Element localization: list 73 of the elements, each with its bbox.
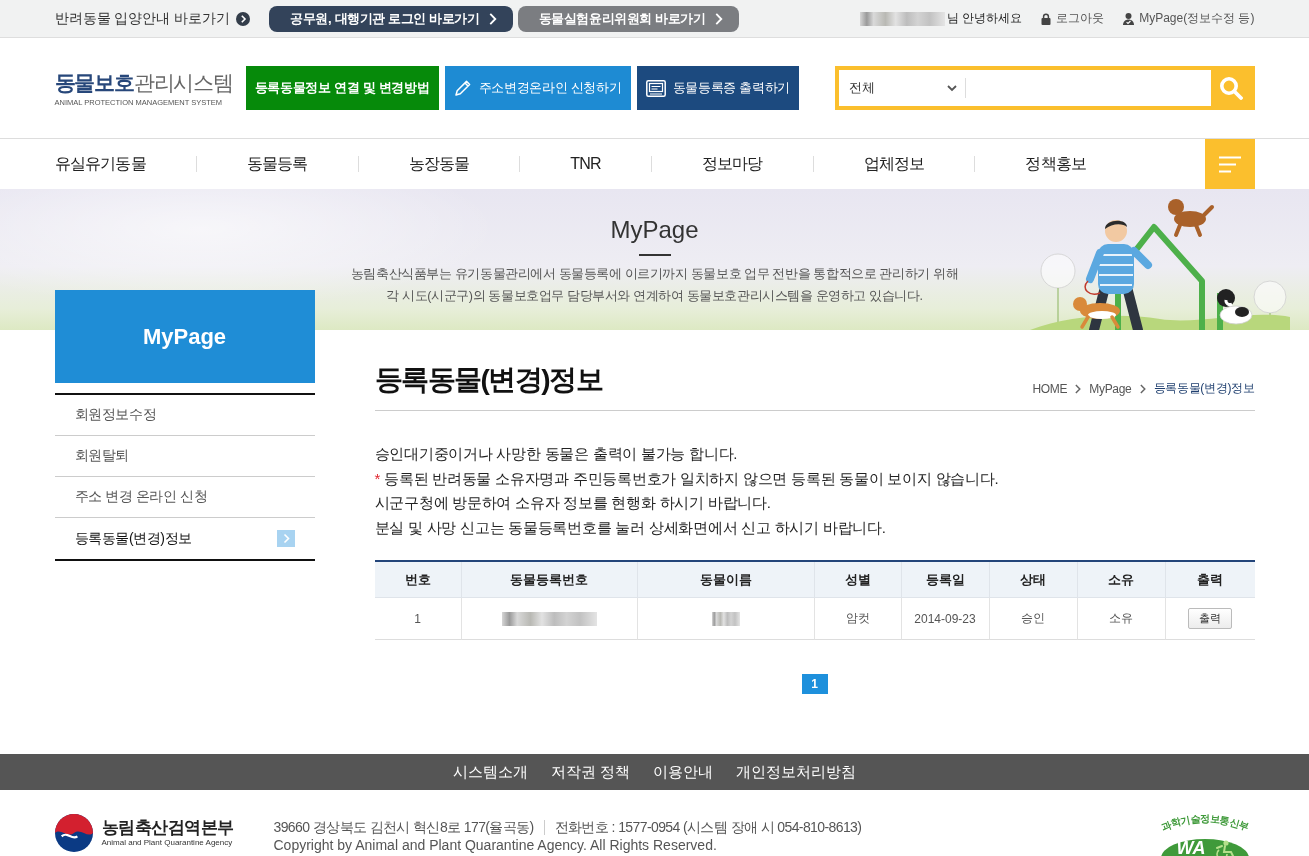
emblem-icon (54, 814, 93, 852)
greeting-text: 님 안녕하세요 (946, 10, 1023, 27)
lock-icon (1041, 12, 1052, 25)
search-icon (1218, 76, 1243, 100)
column-header: 등록일 (901, 562, 990, 598)
shortcut-button[interactable]: 동물실험윤리위원회 바로가기 (517, 5, 739, 32)
sidebar-item[interactable]: 회원정보수정 (54, 395, 315, 436)
wheelchair-icon (1215, 840, 1234, 856)
chevron-right-icon (488, 12, 497, 25)
shortcut-button[interactable]: 공무원, 대행기관 로그인 바로가기 (269, 5, 513, 32)
breadcrumb-link[interactable]: MyPage (1089, 381, 1132, 396)
nav-menu-item[interactable]: 업체정보 (863, 153, 925, 175)
copyright-text: Copyright by Animal and Plant Quarantine Agency. All Rights Reserved. (273, 836, 717, 854)
chevron-right-icon (1075, 383, 1082, 394)
card-icon (645, 79, 666, 97)
nav-menu-item[interactable]: TNR (570, 155, 601, 173)
sidebar-item[interactable]: 주소 변경 온라인 신청 (54, 477, 315, 518)
table-cell: 2014-09-23 (901, 598, 990, 640)
chevron-down-icon (946, 84, 957, 92)
authority-label: 과학기술정보통신부 (1159, 813, 1250, 833)
footer-link[interactable]: 시스템소개 (452, 762, 528, 782)
logout-link[interactable]: 로그아웃 (1041, 10, 1105, 27)
nav-menu-item[interactable]: 동물등록 (246, 153, 308, 175)
sidebar-item[interactable]: 등록동물(변경)정보 (54, 518, 315, 559)
menu-button[interactable] (1204, 139, 1255, 189)
quick-link-button[interactable]: 등록동물정보 연결 및 변경방법 (245, 66, 439, 110)
breadcrumb-link[interactable]: 등록동물(변경)정보 (1153, 380, 1255, 397)
agency-english-name: Animal and Plant Quarantine Agency (101, 838, 233, 848)
table-cell: 소유 (1077, 598, 1166, 640)
nav-menu-item[interactable]: 유실유기동물 (54, 153, 146, 175)
pencil-icon (453, 79, 472, 97)
page-title: 등록동물(변경)정보 (374, 363, 603, 397)
chevron-right-icon (714, 12, 723, 25)
sidebar-title: MyPage (54, 290, 315, 383)
phone-text: 전화번호 : 1577-0954 (시스템 장애 시 054-810-8613) (554, 818, 862, 836)
notice-text: 승인대기중이거나 사망한 동물은 출력이 불가능 합니다. (374, 444, 738, 464)
nav-menu-item[interactable]: 정보마당 (701, 153, 763, 175)
banner-title: MyPage (610, 215, 699, 245)
column-header: 번호 (374, 562, 462, 598)
column-header: 소유 (1077, 562, 1166, 598)
menu-icon (1218, 155, 1241, 173)
breadcrumb-link[interactable]: HOME (1032, 381, 1068, 396)
notice-text: * 등록된 반려동물 소유자명과 주민등록번호가 일치하지 않으면 등록된 동물이 보이지 않습니다. (374, 468, 999, 489)
column-header: 동물등록번호 (461, 562, 638, 598)
chevron-circle-icon (236, 11, 251, 26)
print-button[interactable]: 출력 (1188, 608, 1232, 629)
column-header: 동물이름 (637, 562, 815, 598)
column-header: 성별 (814, 562, 902, 598)
column-header: 상태 (989, 562, 1078, 598)
notice-text: 시군구청에 방문하여 소유자 정보를 현행화 하시기 바랍니다. (374, 493, 771, 513)
agency-name: 농림축산검역본부 (101, 818, 234, 838)
table-cell: 승인 (989, 598, 1078, 640)
quick-link-button[interactable]: 동물등록증 출력하기 (636, 66, 800, 110)
sidebar-item[interactable]: 회원탈퇴 (54, 436, 315, 477)
notice-text: 분실 및 사망 신고는 동물등록번호를 눌러 상세화면에서 신고 하시기 바랍니다. (374, 517, 886, 538)
column-header: 출력 (1165, 562, 1255, 598)
chevron-right-icon (1139, 383, 1146, 394)
mypage-link[interactable]: MyPage(정보수정 등) (1123, 10, 1255, 27)
wa-label: WA (1160, 838, 1249, 856)
nav-menu-item[interactable]: 농장동물 (408, 153, 470, 175)
nav-menu-item[interactable]: 정책홍보 (1025, 153, 1087, 175)
adoption-link[interactable]: 반려동물 입양안내 바로가기 (54, 9, 231, 28)
banner-description: 농림축산식품부는 유기동물관리에서 동물등록에 이르기까지 동물보호 업무 전반을 통합적으로 관리하기 위해 각 시도(시군구)의 동물보호업무 담당부서와 연계하여 동물보호관리시스템을 운영하고 있습니다. (350, 266, 959, 305)
table-cell: 암컷 (814, 598, 902, 640)
address-text: 39660 경상북도 김천시 혁신8로 177(율곡동) (273, 818, 534, 836)
footer-link[interactable]: 이용안내 (653, 762, 714, 782)
quick-link-button[interactable]: 주소변경온라인 신청하기 (444, 66, 631, 110)
chevron-right-icon (276, 530, 295, 547)
user-icon (1123, 12, 1135, 25)
logo-title[interactable]: 동물보호관리시스템 (54, 68, 233, 96)
table-cell: 1 (374, 598, 462, 640)
footer-link[interactable]: 저작권 정책 (550, 762, 631, 782)
footer-link[interactable]: 개인정보처리방침 (736, 762, 857, 782)
